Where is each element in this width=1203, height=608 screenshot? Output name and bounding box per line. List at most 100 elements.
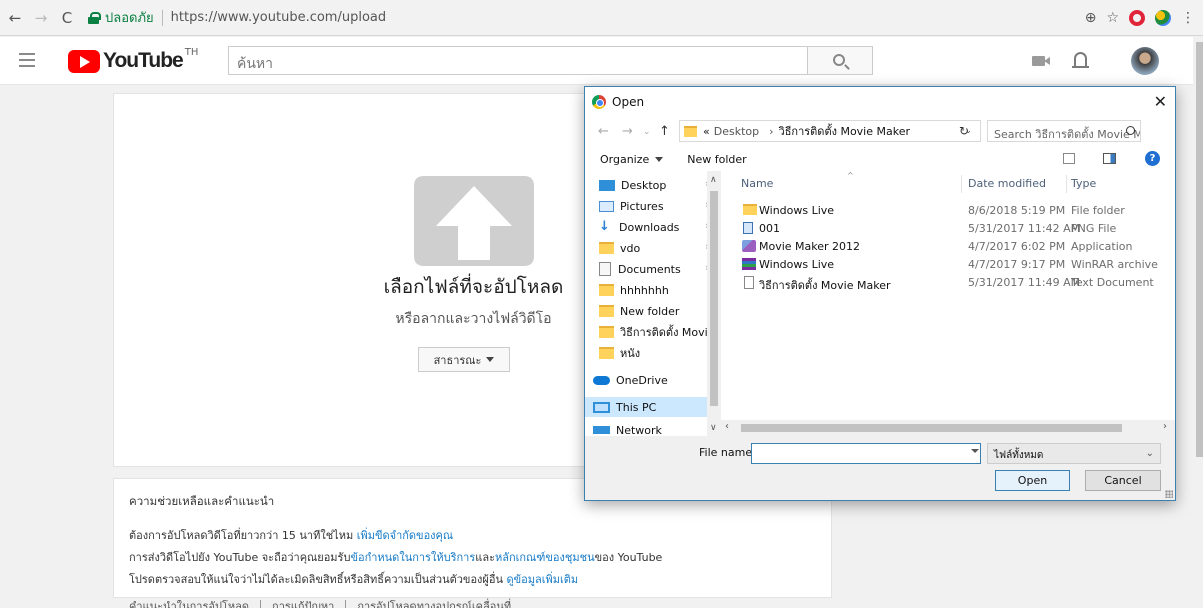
file-row[interactable]: 001 5/31/2017 11:42 AM PNG File xyxy=(739,220,1175,238)
forward-arrow-icon[interactable]: → xyxy=(30,7,52,29)
search-button[interactable] xyxy=(807,46,873,75)
chevron-down-icon[interactable] xyxy=(971,449,979,453)
menu-dots-icon[interactable]: ⋮ xyxy=(1181,10,1195,26)
folder-icon xyxy=(684,125,697,137)
community-guidelines-link[interactable]: หลักเกณฑ์ของชุมชน xyxy=(495,551,595,564)
increase-limit-link[interactable]: เพิ่มขีดจำกัดของคุณ xyxy=(357,529,453,542)
breadcrumb-item[interactable]: วิธีการติดตั้ง Movie Maker xyxy=(779,122,910,140)
notifications-bell-icon[interactable] xyxy=(1072,52,1089,68)
avatar[interactable] xyxy=(1131,47,1159,75)
organize-button[interactable]: Organize xyxy=(600,153,664,166)
folder-icon xyxy=(599,305,614,317)
omnibox-divider xyxy=(161,9,163,26)
nav-item-desktop[interactable]: Desktop ✱ xyxy=(599,175,721,195)
column-divider[interactable] xyxy=(1066,175,1067,193)
recent-locations-icon[interactable]: ⌄ xyxy=(643,127,651,137)
network-icon xyxy=(593,426,610,434)
search-input[interactable]: ค้นหา xyxy=(228,46,807,75)
scroll-left-icon[interactable]: ‹ xyxy=(725,421,729,432)
close-icon[interactable]: ✕ xyxy=(1154,92,1167,111)
help-text: การส่งวิดีโอไปยัง YouTube จะถือว่าคุณยอม… xyxy=(129,551,351,564)
breadcrumb-item[interactable]: Desktop xyxy=(714,125,759,138)
forward-arrow-icon[interactable]: → xyxy=(622,124,633,139)
dialog-titlebar[interactable]: Open ✕ xyxy=(585,87,1175,117)
nav-label: New folder xyxy=(620,304,680,318)
upload-video-camera-icon[interactable] xyxy=(1032,56,1050,66)
back-arrow-icon[interactable]: ← xyxy=(598,124,609,139)
nav-item-new-folder[interactable]: New folder xyxy=(599,301,721,321)
file-date: 8/6/2018 5:19 PM xyxy=(968,204,1066,217)
column-header-date[interactable]: Date modified xyxy=(968,177,1046,190)
nav-item-hhhhhhh[interactable]: hhhhhhh xyxy=(599,280,721,300)
opera-extension-icon[interactable] xyxy=(1129,9,1145,26)
nav-item-pictures[interactable]: Pictures ✱ xyxy=(599,196,721,216)
refresh-icon[interactable]: ↻ xyxy=(959,124,969,138)
scroll-down-icon[interactable]: ∨ xyxy=(710,423,717,433)
file-row[interactable]: Windows Live 8/6/2018 5:19 PM File folde… xyxy=(739,202,1175,220)
change-view-icon[interactable] xyxy=(1063,153,1075,164)
back-arrow-icon[interactable]: ← xyxy=(4,7,26,29)
file-row[interactable]: Windows Live 4/7/2017 9:17 PM WinRAR arc… xyxy=(739,256,1175,274)
up-arrow-icon[interactable]: ↑ xyxy=(659,124,670,139)
address-bar[interactable]: ปลอดภัย https://www.youtube.com/upload xyxy=(84,5,1079,31)
column-header-name[interactable]: Name xyxy=(741,177,773,190)
hamburger-menu-icon[interactable] xyxy=(19,53,35,67)
file-row[interactable]: วิธีการติดตั้ง Movie Maker 5/31/2017 11:… xyxy=(739,274,1175,292)
resize-grip-icon[interactable] xyxy=(1165,490,1173,498)
file-name: Windows Live xyxy=(759,204,835,217)
nav-pane-scrollbar-thumb[interactable] xyxy=(710,191,718,406)
nav-item-movies[interactable]: หนัง xyxy=(599,343,721,363)
folder-search-input[interactable]: Search วิธีการติดตั้ง Movie Maker xyxy=(987,120,1141,142)
star-icon[interactable]: ☆ xyxy=(1106,10,1119,26)
file-type: File folder xyxy=(1071,204,1125,217)
horizontal-scrollbar[interactable]: ‹ › xyxy=(721,420,1175,436)
pictures-icon xyxy=(599,200,614,212)
path-breadcrumb[interactable]: « Desktop › วิธีการติดตั้ง Movie Maker ⌄ xyxy=(679,120,981,142)
nav-label: vdo xyxy=(620,241,641,255)
file-row[interactable]: Movie Maker 2012 4/7/2017 6:02 PM Applic… xyxy=(739,238,1175,256)
upload-arrow-icon[interactable] xyxy=(414,176,534,266)
terms-of-service-link[interactable]: ข้อกำหนดในการให้บริการ xyxy=(350,551,475,564)
preview-pane-icon[interactable] xyxy=(1103,153,1116,164)
folder-icon xyxy=(599,284,614,296)
breadcrumb-overflow[interactable]: « xyxy=(703,125,710,138)
cancel-button[interactable]: Cancel xyxy=(1085,470,1161,491)
privacy-value: สาธารณะ xyxy=(433,353,482,367)
scroll-up-icon[interactable]: ∧ xyxy=(710,175,717,185)
reload-icon[interactable]: C xyxy=(56,7,78,29)
file-name-input[interactable] xyxy=(751,443,981,464)
troubleshooting-link[interactable]: การแก้ปัญหา xyxy=(272,597,334,608)
file-date: 5/31/2017 11:49 AM xyxy=(968,276,1081,289)
file-type-select[interactable]: ไฟล์ทั้งหมด ⌄ xyxy=(987,443,1161,464)
zoom-icon[interactable]: ⊕ xyxy=(1085,10,1097,26)
youtube-logo[interactable]: YouTube TH xyxy=(68,46,199,73)
privacy-dropdown[interactable]: สาธารณะ xyxy=(418,347,510,372)
file-name: Movie Maker 2012 xyxy=(759,240,861,253)
mobile-upload-link[interactable]: การอัปโหลดทางอุปกรณ์เคลื่อนที่ xyxy=(357,597,511,608)
folder-icon xyxy=(743,204,757,215)
nav-item-this-pc[interactable]: This PC xyxy=(585,397,707,417)
nav-item-vdo[interactable]: vdo ✱ xyxy=(599,238,721,258)
column-divider[interactable] xyxy=(961,175,962,193)
help-icon[interactable]: ? xyxy=(1145,151,1160,166)
scroll-right-icon[interactable]: › xyxy=(1163,421,1167,432)
column-header-type[interactable]: Type xyxy=(1071,177,1096,190)
nav-item-documents[interactable]: Documents ✱ xyxy=(599,259,721,279)
documents-icon xyxy=(599,262,611,276)
horizontal-scrollbar-thumb[interactable] xyxy=(741,424,1122,432)
learn-more-link[interactable]: ดูข้อมูลเพิ่มเติม xyxy=(507,573,579,586)
file-type: WinRAR archive xyxy=(1071,258,1158,271)
nav-item-movie-maker[interactable]: วิธีการติดตั้ง Movie Maker xyxy=(599,322,721,342)
region-code: TH xyxy=(184,46,199,58)
browser-extension-icon[interactable] xyxy=(1155,9,1171,26)
divider xyxy=(260,599,262,608)
upload-tips-link[interactable]: คำแนะนำในการอัปโหลด xyxy=(129,597,249,608)
open-button[interactable]: Open xyxy=(995,470,1070,491)
nav-item-onedrive[interactable]: OneDrive xyxy=(593,370,715,390)
help-footer-links: คำแนะนำในการอัปโหลด การแก้ปัญหา การอัปโห… xyxy=(129,597,831,608)
nav-label: Pictures xyxy=(620,199,664,213)
nav-item-network[interactable]: Network xyxy=(593,423,715,436)
nav-item-downloads[interactable]: ↓ Downloads ✱ xyxy=(599,217,721,237)
new-folder-button[interactable]: New folder xyxy=(687,153,746,166)
page-scrollbar-thumb[interactable] xyxy=(1196,42,1203,457)
